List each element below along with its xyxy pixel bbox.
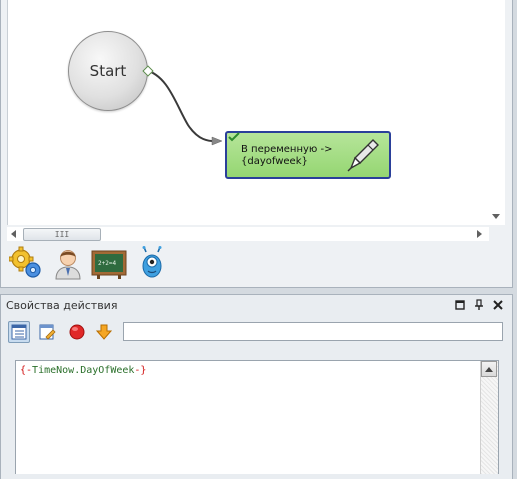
user-icon[interactable] <box>51 246 85 280</box>
code-expression: TimeNow.DayOfWeek <box>32 365 135 376</box>
edit-icon <box>39 324 56 340</box>
action-node-set-variable[interactable]: В переменную -> {dayofweek} <box>225 131 391 179</box>
code-close-brace: -} <box>134 365 147 376</box>
action-node-label: В переменную -> {dayofweek} <box>241 144 333 167</box>
close-icon[interactable] <box>492 299 504 311</box>
scroll-right-arrow-icon[interactable] <box>477 230 482 238</box>
chalkboard-icon[interactable]: 2+2=4 <box>91 246 127 280</box>
scroll-down-arrow-icon[interactable] <box>492 214 500 219</box>
editor-vertical-scrollbar[interactable] <box>480 361 498 474</box>
maximize-icon[interactable] <box>454 299 466 311</box>
scrollbar-thumb[interactable]: III <box>23 228 101 241</box>
move-down-button[interactable] <box>93 321 115 343</box>
code-open-brace: {- <box>20 365 33 376</box>
stop-icon <box>69 324 85 340</box>
properties-toolbar <box>7 320 507 346</box>
fountain-pen-icon <box>347 139 379 172</box>
expression-editor[interactable]: {-TimeNow.DayOfWeek-} <box>15 360 499 474</box>
blue-monster-icon[interactable] <box>135 246 169 280</box>
gears-icon[interactable] <box>9 246 43 280</box>
start-node-label: Start <box>89 62 127 80</box>
start-node[interactable]: Start <box>68 31 148 111</box>
workflow-canvas[interactable]: Start В переменную -> {dayofweek} <box>7 0 500 225</box>
down-arrow-icon <box>95 324 113 340</box>
scroll-left-arrow-icon[interactable] <box>11 230 16 238</box>
panel-window-controls <box>454 299 506 311</box>
expression-code[interactable]: {-TimeNow.DayOfWeek-} <box>20 365 146 377</box>
checkmark-icon <box>228 132 240 142</box>
canvas-vertical-scrollbar[interactable] <box>488 0 505 225</box>
edit-button[interactable] <box>36 321 58 343</box>
connector-line <box>144 69 223 146</box>
workflow-designer-panel: Start В переменную -> {dayofweek} III 2+… <box>0 0 513 288</box>
stop-button[interactable] <box>66 321 88 343</box>
pin-icon[interactable] <box>473 299 485 311</box>
properties-grid-button[interactable] <box>8 321 30 343</box>
properties-grid-icon <box>11 324 27 340</box>
canvas-horizontal-scrollbar[interactable]: III <box>7 227 489 241</box>
panel-title: Свойства действия <box>6 299 118 312</box>
action-input-field[interactable] <box>123 322 503 341</box>
scroll-up-arrow-icon[interactable] <box>481 361 497 377</box>
svg-text:2+2=4: 2+2=4 <box>98 260 116 267</box>
action-properties-panel: Свойства действия {-TimeNow.DayOfWeek-} <box>0 294 513 479</box>
